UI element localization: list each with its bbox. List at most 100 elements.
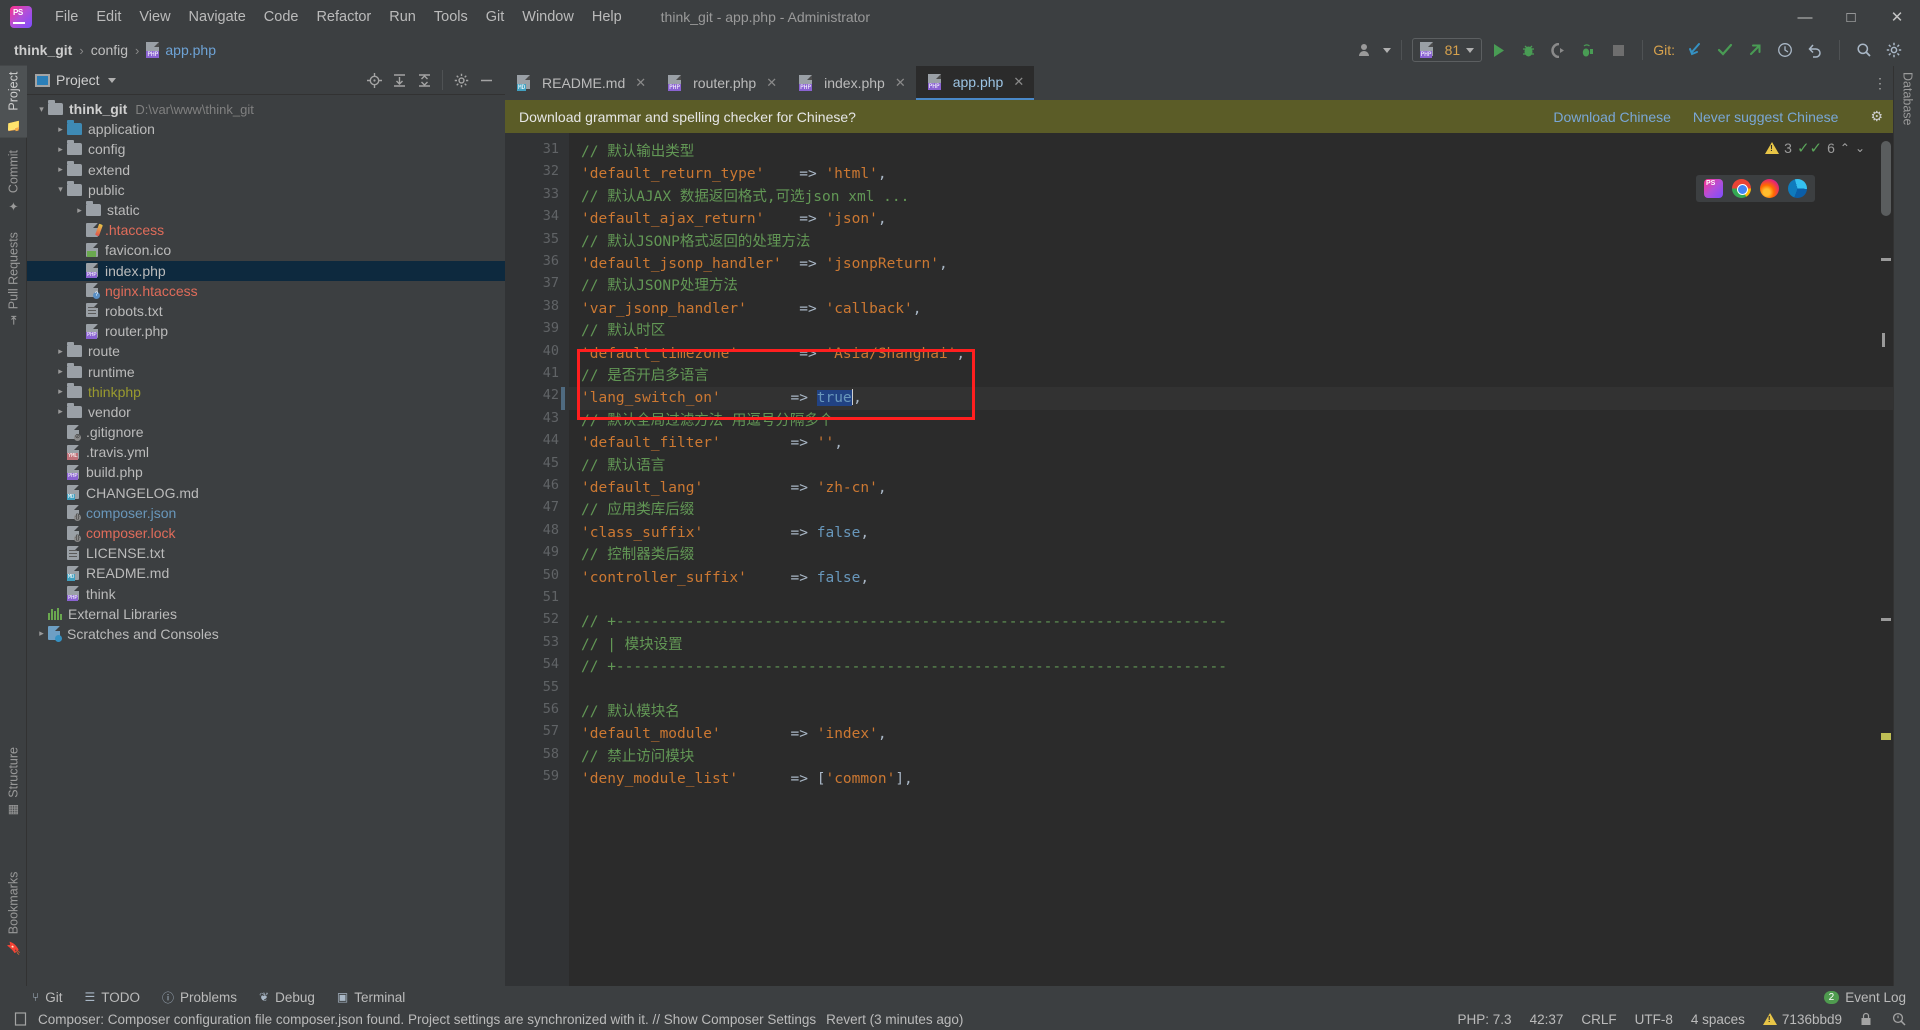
git-push-icon[interactable] bbox=[1741, 38, 1769, 62]
banner-never-suggest-link[interactable]: Never suggest Chinese bbox=[1693, 109, 1839, 125]
tree-item-index-php[interactable]: PHP index.php bbox=[27, 260, 505, 281]
tree-item-thinkphp[interactable]: ▸ thinkphp bbox=[27, 382, 505, 402]
tree-item--htaccess[interactable]: .htaccess bbox=[27, 220, 505, 240]
menu-edit[interactable]: Edit bbox=[87, 5, 130, 29]
code-line[interactable]: // +------------------------------------… bbox=[569, 611, 1893, 633]
code-line[interactable]: 'default_return_type' => 'html', bbox=[569, 163, 1893, 185]
expand-all-icon[interactable] bbox=[388, 69, 410, 91]
editor-tab-readme-md[interactable]: MD README.md ✕ bbox=[505, 66, 656, 100]
code-line[interactable]: // 默认模块名 bbox=[569, 701, 1893, 723]
tree-item-application[interactable]: ▸ application bbox=[27, 119, 505, 139]
sidebar-item-structure[interactable]: ▦ Structure bbox=[0, 741, 27, 824]
code-line[interactable] bbox=[569, 679, 1893, 701]
line-number[interactable]: 58 bbox=[543, 746, 559, 762]
code-editor[interactable]: 31 32 33 34 35 36 37 38 39 40 41 42 43 44 45 46 47 48 49 50… bbox=[505, 133, 1893, 986]
history-icon[interactable] bbox=[1771, 38, 1799, 62]
line-number[interactable]: 51 bbox=[543, 589, 559, 605]
line-number[interactable]: 44 bbox=[543, 432, 559, 448]
hide-panel-icon[interactable] bbox=[475, 69, 497, 91]
tree-item-composer-json[interactable]: {} composer.json bbox=[27, 503, 505, 523]
chevron-right-icon[interactable]: ▸ bbox=[54, 406, 67, 417]
edge-icon[interactable] bbox=[1788, 179, 1807, 198]
line-number[interactable]: 46 bbox=[543, 477, 559, 493]
sidebar-item-project[interactable]: 📁 Project bbox=[0, 66, 27, 138]
code-line[interactable]: 'default_filter' => '', bbox=[569, 432, 1893, 454]
phpstorm-icon[interactable] bbox=[1704, 179, 1723, 198]
profile-icon[interactable] bbox=[1574, 38, 1602, 62]
close-icon[interactable]: ✕ bbox=[766, 75, 777, 91]
line-number[interactable]: 55 bbox=[543, 679, 559, 695]
code-line[interactable]: 'default_module' => 'index', bbox=[569, 723, 1893, 745]
editor-tab-app-php[interactable]: PHP app.php ✕ bbox=[915, 66, 1035, 100]
project-view-dropdown-icon[interactable] bbox=[107, 77, 116, 83]
status-line-separator[interactable]: CRLF bbox=[1581, 1012, 1616, 1027]
line-number[interactable]: 56 bbox=[543, 701, 559, 717]
code-line[interactable]: 'lang_switch_on' => true, bbox=[569, 387, 1893, 409]
code-line[interactable]: 'default_lang' => 'zh-cn', bbox=[569, 477, 1893, 499]
menu-navigate[interactable]: Navigate bbox=[180, 5, 255, 29]
code-line[interactable]: 'deny_module_list' => ['common'], bbox=[569, 768, 1893, 790]
line-number[interactable]: 57 bbox=[543, 723, 559, 739]
line-number[interactable]: 54 bbox=[543, 656, 559, 672]
chevron-right-icon[interactable]: ▸ bbox=[54, 346, 67, 357]
chevron-right-icon[interactable]: ▸ bbox=[54, 386, 67, 397]
bottom-tool-problems[interactable]: ⓘ Problems bbox=[162, 989, 237, 1006]
breadcrumb-folder[interactable]: config bbox=[91, 42, 128, 58]
chevron-right-icon[interactable]: ▸ bbox=[35, 628, 48, 639]
run-configuration-selector[interactable]: PHP 81 bbox=[1411, 38, 1483, 62]
code-line[interactable]: 'default_ajax_return' => 'json', bbox=[569, 208, 1893, 230]
editor-gutter[interactable]: 31 32 33 34 35 36 37 38 39 40 41 42 43 44 45 46 47 48 49 50… bbox=[505, 133, 569, 986]
tree-item-think[interactable]: PHP think bbox=[27, 584, 505, 604]
lock-icon[interactable] bbox=[1860, 1012, 1874, 1026]
status-caret-position[interactable]: 42:37 bbox=[1530, 1012, 1564, 1027]
maximize-button[interactable]: □ bbox=[1828, 0, 1874, 34]
menu-git[interactable]: Git bbox=[477, 5, 514, 29]
user-dropdown-caret-icon[interactable] bbox=[1382, 47, 1391, 53]
code-line[interactable]: // 控制器类后缀 bbox=[569, 544, 1893, 566]
code-line[interactable]: // | 模块设置 bbox=[569, 634, 1893, 656]
user-avatar-icon[interactable] bbox=[1353, 38, 1381, 62]
tree-item-extend[interactable]: ▸ extend bbox=[27, 160, 505, 180]
sidebar-item-commit[interactable]: ✦ Commit bbox=[0, 144, 27, 219]
tree-item-think-git[interactable]: ▾ think_git D:\var\www\think_git bbox=[27, 99, 505, 119]
close-icon[interactable]: ✕ bbox=[635, 75, 646, 91]
locate-icon[interactable] bbox=[363, 69, 385, 91]
project-tree[interactable]: ▾ think_git D:\var\www\think_git ▸ applicati… bbox=[27, 95, 505, 986]
menu-tools[interactable]: Tools bbox=[425, 5, 477, 29]
code-line[interactable]: // 默认时区 bbox=[569, 320, 1893, 342]
chevron-right-icon[interactable]: ▸ bbox=[73, 205, 86, 216]
collapse-all-icon[interactable] bbox=[413, 69, 435, 91]
tree-item-static[interactable]: ▸ static bbox=[27, 200, 505, 220]
tree-item-external-libraries[interactable]: External Libraries bbox=[27, 604, 505, 624]
tree-item-runtime[interactable]: ▸ runtime bbox=[27, 361, 505, 381]
line-number[interactable]: 41 bbox=[543, 365, 559, 381]
code-line[interactable]: // 默认JSONP格式返回的处理方法 bbox=[569, 231, 1893, 253]
line-number[interactable]: 31 bbox=[543, 141, 559, 157]
run-icon[interactable] bbox=[1484, 38, 1512, 62]
debug-icon[interactable] bbox=[1514, 38, 1542, 62]
search-everywhere-icon[interactable] bbox=[1850, 38, 1878, 62]
tree-item--travis-yml[interactable]: YML .travis.yml bbox=[27, 442, 505, 462]
rollback-icon[interactable] bbox=[1801, 38, 1829, 62]
tree-item-readme-md[interactable]: MD README.md bbox=[27, 563, 505, 583]
line-number[interactable]: 43 bbox=[543, 410, 559, 426]
inspection-icon[interactable] bbox=[1892, 1012, 1906, 1026]
menu-window[interactable]: Window bbox=[513, 5, 583, 29]
line-number[interactable]: 37 bbox=[543, 275, 559, 291]
line-number[interactable]: 49 bbox=[543, 544, 559, 560]
notification-icon[interactable] bbox=[14, 1012, 28, 1026]
git-update-icon[interactable] bbox=[1681, 38, 1709, 62]
line-number[interactable]: 36 bbox=[543, 253, 559, 269]
tree-item-favicon-ico[interactable]: favicon.ico bbox=[27, 240, 505, 260]
code-line[interactable]: // 默认语言 bbox=[569, 455, 1893, 477]
status-indent[interactable]: 4 spaces bbox=[1691, 1012, 1745, 1027]
menu-help[interactable]: Help bbox=[583, 5, 631, 29]
code-line[interactable]: // 禁止访问模块 bbox=[569, 746, 1893, 768]
gear-icon[interactable] bbox=[450, 69, 472, 91]
next-highlight-icon[interactable]: ⌄ bbox=[1855, 141, 1865, 155]
tree-item-changelog-md[interactable]: MD CHANGELOG.md bbox=[27, 483, 505, 503]
menu-file[interactable]: File bbox=[46, 5, 87, 29]
chrome-icon[interactable] bbox=[1732, 179, 1751, 198]
code-line[interactable]: 'controller_suffix' => false, bbox=[569, 567, 1893, 589]
status-message[interactable]: Composer: Composer configuration file co… bbox=[38, 1012, 816, 1027]
